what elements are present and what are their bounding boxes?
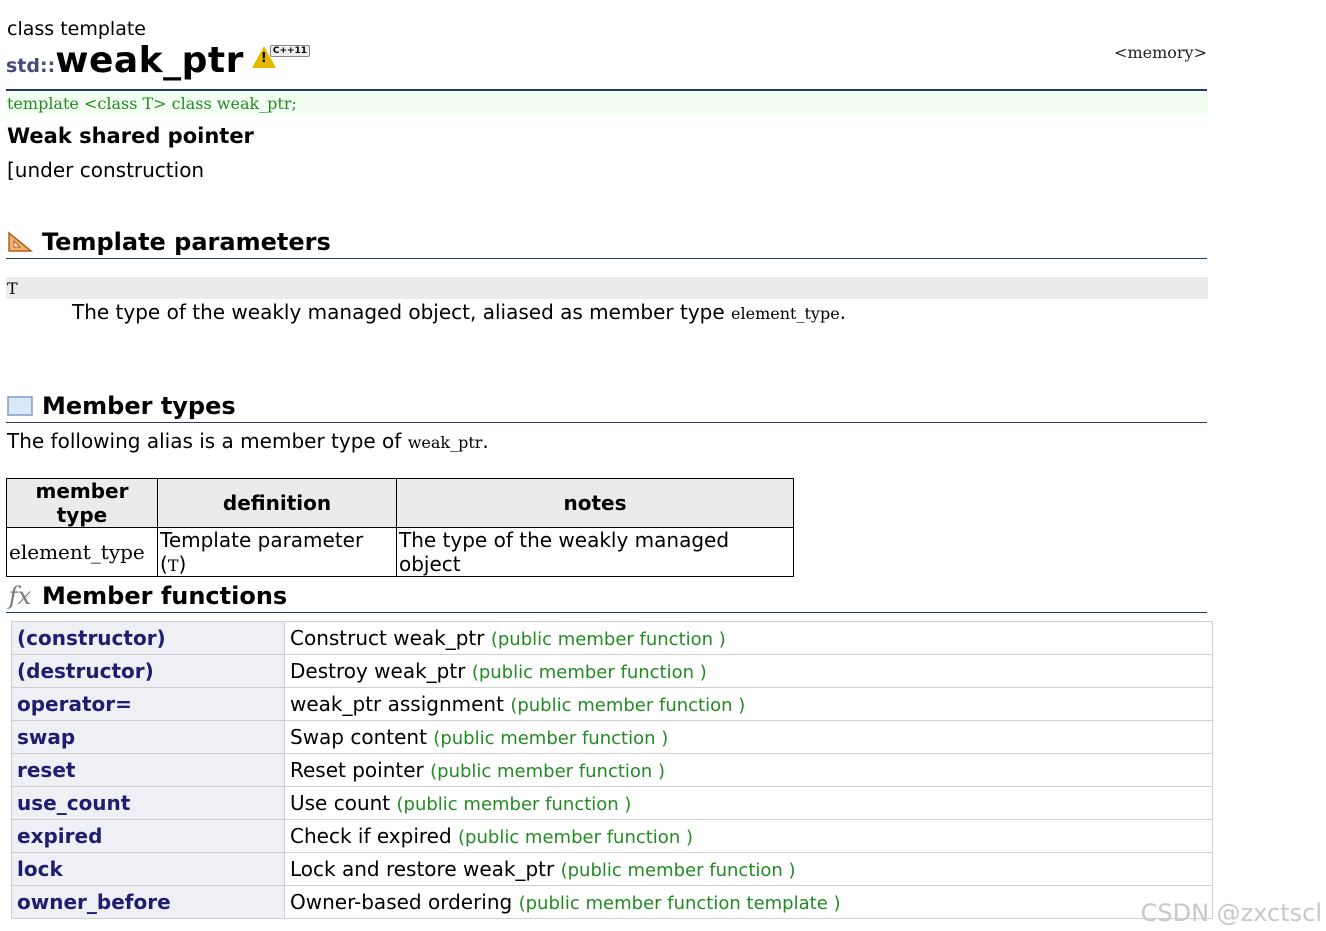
member-functions-table: (constructor) Construct weak_ptr (public …	[11, 621, 1213, 919]
function-description: Construct weak_ptr (public member functi…	[284, 621, 1213, 655]
table-header-row: member type definition notes	[6, 478, 794, 528]
table-row: (destructor) Destroy weak_ptr (public mem…	[11, 654, 1213, 688]
subtitle: Weak shared pointer	[7, 124, 254, 148]
function-kind: (public member function )	[560, 860, 796, 881]
section-title: Member functions	[42, 582, 288, 610]
function-description: Owner-based ordering (public member func…	[284, 885, 1213, 919]
class-name: weak_ptr	[55, 40, 244, 81]
table-row: use_count Use count (public member functi…	[11, 786, 1213, 820]
function-desc-text: Swap content	[290, 725, 427, 749]
function-link[interactable]: (destructor)	[11, 654, 285, 688]
intro-suffix: .	[482, 429, 489, 453]
function-link[interactable]: reset	[11, 753, 285, 787]
member-type-cell: element_type	[6, 527, 158, 577]
function-kind: (public member function template )	[518, 893, 841, 914]
declaration: template <class T> class weak_ptr;	[6, 93, 1208, 115]
column-header: notes	[396, 478, 794, 528]
param-desc-code: element_type	[731, 304, 840, 323]
function-kind: (public member function )	[430, 761, 666, 782]
function-link[interactable]: use_count	[11, 786, 285, 820]
title-rule	[6, 89, 1207, 91]
construction-note: [under construction	[7, 158, 205, 182]
function-description: Check if expired (public member function…	[284, 819, 1213, 853]
function-link[interactable]: operator=	[11, 687, 285, 721]
header-link[interactable]: <memory>	[1114, 43, 1207, 62]
function-link[interactable]: lock	[11, 852, 285, 886]
table-row: swap Swap content (public member function…	[11, 720, 1213, 754]
table-row: operator= weak_ptr assignment (public mem…	[11, 687, 1213, 721]
cpp11-badge: ! C++11	[251, 45, 311, 68]
function-desc-text: Lock and restore weak_ptr	[290, 857, 555, 881]
section-title: Member types	[42, 392, 236, 420]
table-row: reset Reset pointer (public member functi…	[11, 753, 1213, 787]
function-desc-text: Destroy weak_ptr	[290, 659, 466, 683]
class-kind: class template	[7, 18, 146, 40]
def-suffix: )	[178, 552, 187, 576]
column-header: definition	[157, 478, 397, 528]
function-desc-text: weak_ptr assignment	[290, 692, 504, 716]
function-description: Use count (public member function )	[284, 786, 1213, 820]
cpp11-label: C++11	[269, 45, 311, 57]
page-title: std:: weak_ptr ! C++11	[6, 40, 311, 86]
definition-cell: Template parameter (T)	[157, 527, 397, 577]
param-desc-text: The type of the weakly managed object, a…	[72, 300, 732, 324]
function-kind: (public member function )	[396, 794, 632, 815]
function-kind: (public member function )	[433, 728, 669, 749]
param-description: The type of the weakly managed object, a…	[72, 300, 846, 324]
function-desc-text: Construct weak_ptr	[290, 626, 485, 650]
table-row: owner_before Owner-based ordering (public…	[11, 885, 1213, 919]
section-title: Template parameters	[42, 228, 331, 256]
watermark: CSDN @zxctscl	[1140, 899, 1322, 927]
table-row: element_type Template parameter (T) The …	[6, 527, 794, 577]
def-code: T	[167, 556, 179, 575]
function-description: Lock and restore weak_ptr (public member…	[284, 852, 1213, 886]
function-kind: (public member function )	[471, 662, 707, 683]
function-kind: (public member function )	[490, 629, 726, 650]
member-types-table: member type definition notes element_typ…	[6, 478, 794, 577]
def-text: Template parameter (	[160, 528, 364, 576]
table-icon	[6, 394, 34, 418]
member-types-intro: The following alias is a member type of …	[7, 429, 489, 453]
function-link[interactable]: expired	[11, 819, 285, 853]
warning-icon: !	[251, 46, 276, 68]
section-template-parameters: Template parameters	[6, 226, 1207, 259]
fx-icon: fx	[8, 582, 32, 610]
function-description: Reset pointer (public member function )	[284, 753, 1213, 787]
function-link[interactable]: owner_before	[11, 885, 285, 919]
function-kind: (public member function )	[510, 695, 746, 716]
namespace[interactable]: std::	[6, 55, 55, 77]
function-link[interactable]: swap	[11, 720, 285, 754]
table-row: expired Check if expired (public member f…	[11, 819, 1213, 853]
intro-text: The following alias is a member type of	[7, 429, 408, 453]
function-desc-text: Use count	[290, 791, 391, 815]
ruler-icon	[6, 230, 34, 254]
function-desc-text: Reset pointer	[290, 758, 424, 782]
section-member-types: Member types	[6, 390, 1207, 423]
table-row: lock Lock and restore weak_ptr (public me…	[11, 852, 1213, 886]
function-kind: (public member function )	[458, 827, 693, 848]
column-header: member type	[6, 478, 158, 528]
param-desc-suffix: .	[839, 300, 847, 324]
table-row: (constructor) Construct weak_ptr (public …	[11, 621, 1213, 655]
function-description: Destroy weak_ptr (public member function…	[284, 654, 1213, 688]
section-member-functions: fx Member functions	[6, 580, 1207, 613]
function-desc-text: Owner-based ordering	[290, 890, 513, 914]
intro-code: weak_ptr	[407, 433, 483, 452]
function-description: Swap content (public member function )	[284, 720, 1213, 754]
function-link[interactable]: (constructor)	[11, 621, 285, 655]
function-desc-text: Check if expired	[290, 824, 452, 848]
function-description: weak_ptr assignment (public member funct…	[284, 687, 1213, 721]
param-name: T	[6, 277, 1208, 299]
notes-cell: The type of the weakly managed object	[396, 527, 794, 577]
